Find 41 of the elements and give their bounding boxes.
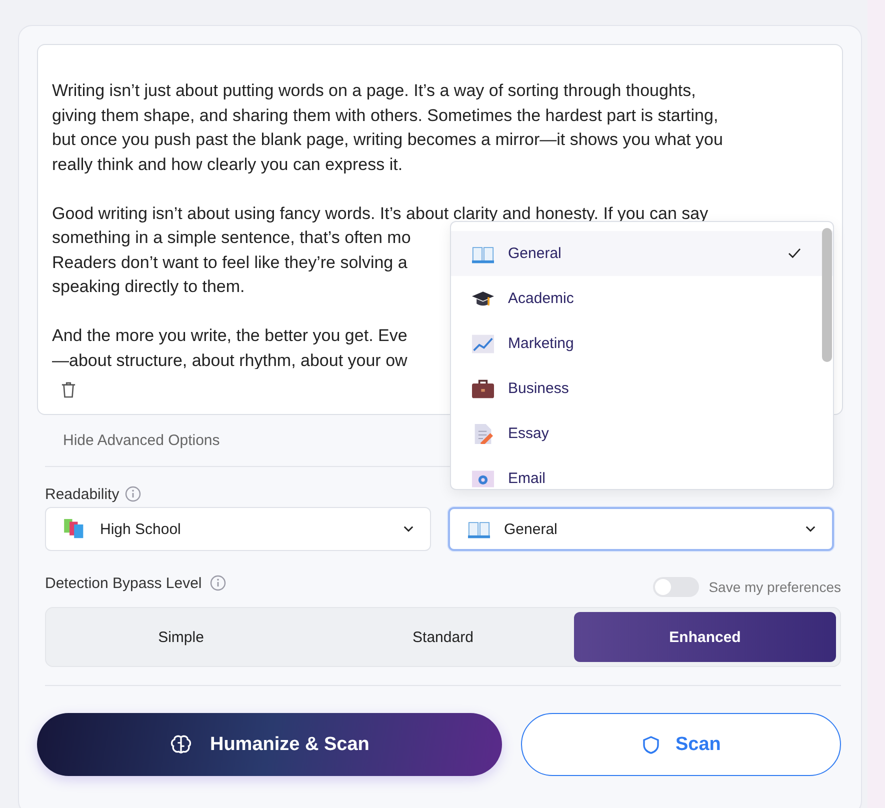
text-line: Good writing isn’t about using fancy words. It’s about clarity and honesty. If you can say (52, 202, 708, 224)
dropdown-option[interactable]: Business (451, 366, 833, 411)
book-icon (468, 519, 490, 539)
dropdown-option[interactable]: Academic (451, 276, 833, 321)
shield-icon (641, 734, 662, 754)
text-line: Writing isn’t just about putting words on a page. It’s a way of sorting through thoughts, (52, 80, 696, 102)
readability-select[interactable]: High School (45, 507, 431, 551)
scan-button[interactable]: Scan (521, 713, 841, 776)
info-icon[interactable] (210, 575, 226, 591)
document-pencil-icon (472, 424, 494, 444)
field-label: Detection Bypass Level (45, 574, 202, 592)
field-label: Readability (45, 486, 120, 502)
dropdown-option[interactable]: Essay (451, 411, 833, 456)
text-line: something in a simple sentence, that’s often mo (52, 227, 411, 249)
text-line: And the more you write, the better you get. Eve (52, 325, 408, 347)
level-option[interactable]: Simple (50, 612, 312, 662)
text-line: but once you push past the blank page, writing becomes a mirror—it shows you what you (52, 129, 723, 151)
dropdown-option[interactable]: Marketing (451, 321, 833, 366)
text-line: speaking directly to them. (52, 276, 245, 298)
text-line: Readers don’t want to feel like they’re solving a (52, 252, 408, 274)
advanced-options-toggle[interactable]: Hide Advanced Options (63, 432, 220, 449)
toggle-switch[interactable] (652, 577, 699, 597)
chevron-down-icon (805, 525, 816, 533)
info-icon[interactable] (125, 486, 142, 502)
level-option[interactable]: Enhanced (574, 612, 836, 662)
dropdown-option[interactable]: General (451, 231, 833, 276)
humanize-button[interactable]: Humanize & Scan (37, 713, 502, 776)
toggle-label: Save my preferences (708, 579, 841, 595)
purpose-select[interactable]: General (448, 507, 834, 551)
text-line: —about structure, about rhythm, about your ow (52, 350, 408, 369)
text-line: really think and how clearly you can express it. (52, 154, 403, 176)
line-chart-icon (472, 334, 494, 354)
books-icon (64, 519, 86, 539)
checkmark-icon (788, 248, 801, 259)
chevron-down-icon (403, 525, 414, 533)
brain-icon (170, 734, 192, 756)
text-line: giving them shape, and sharing them with others. Sometimes the hardest part is starting, (52, 104, 718, 126)
briefcase-icon (472, 378, 494, 398)
level-option[interactable]: Standard (312, 612, 574, 662)
scrollbar[interactable] (822, 228, 832, 362)
dropdown-option[interactable]: Email (451, 456, 833, 489)
